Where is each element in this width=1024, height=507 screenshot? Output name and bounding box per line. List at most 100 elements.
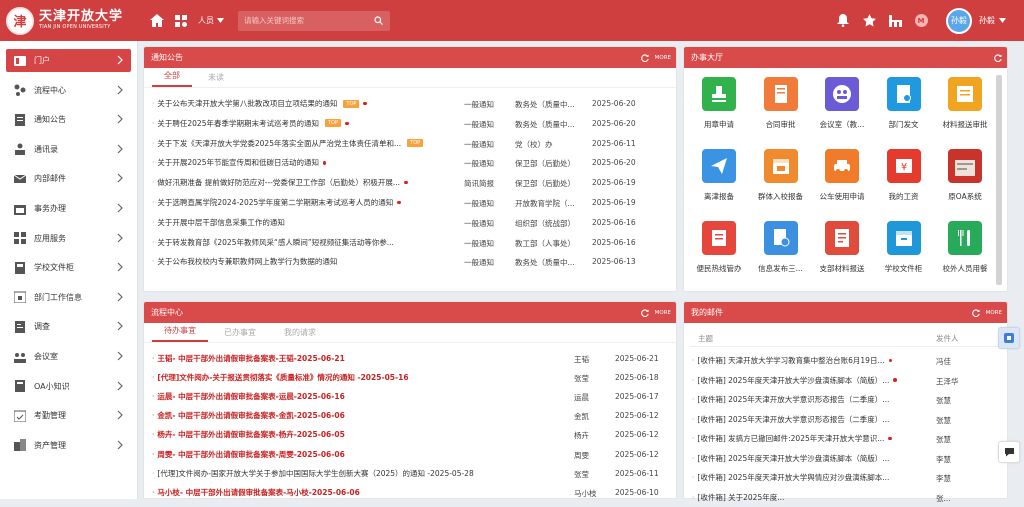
- mail-row[interactable]: · [收件箱] 2025年天津开放大学意识形态报告（二季度）...: [692, 410, 922, 429]
- notice-title[interactable]: 关于聘任2025年春季学期期末考试巡考员的通知: [157, 118, 319, 129]
- service-item[interactable]: 校外人员用餐: [933, 221, 997, 274]
- tab-my-requests[interactable]: 我的请求: [272, 327, 328, 342]
- flow-title[interactable]: 马小枝- 中层干部外出请假审批备案表-马小枝-2025-06-06: [157, 487, 359, 498]
- home-icon[interactable]: [150, 14, 164, 28]
- sidebar-item[interactable]: 应用服务: [6, 227, 131, 250]
- mail-row[interactable]: · [收件箱] 天津开放大学学习教育集中整治台账6月19日...: [692, 351, 922, 370]
- message-badge-icon[interactable]: M: [913, 13, 929, 29]
- refresh-icon[interactable]: [640, 308, 649, 317]
- notice-row[interactable]: · 关于开展2025年节能宣传周和低碳日活动的通知: [152, 153, 442, 172]
- service-item[interactable]: 学校文件柜: [872, 221, 936, 274]
- avatar[interactable]: 孙毅: [946, 7, 972, 34]
- notice-title[interactable]: 关于下发《天津开放大学党委2025年落实全面从严治党主体责任清单和...: [157, 138, 401, 149]
- refresh-icon[interactable]: [640, 53, 649, 62]
- tab-unread[interactable]: 未读: [196, 72, 236, 87]
- refresh-icon[interactable]: [994, 53, 1002, 62]
- mail-subject[interactable]: [收件箱] 2025年度天津开放大学舆情应对沙盘演练脚本...: [697, 472, 889, 483]
- service-item[interactable]: 原OA系统: [933, 149, 997, 202]
- chevron-down-icon[interactable]: [999, 18, 1006, 23]
- sidebar-item[interactable]: 会议室: [6, 345, 131, 368]
- sidebar-item[interactable]: 流程中心: [6, 79, 131, 102]
- refresh-icon[interactable]: [971, 308, 980, 317]
- flow-title[interactable]: [代理]文件阅办-关于报送贯彻落实《质量标准》情况的通知 -2025-05-16: [157, 372, 408, 383]
- service-item[interactable]: 部门发文: [872, 77, 936, 130]
- mail-subject[interactable]: [收件箱] 2025年度天津开放大学沙盘演练脚本（简版）...: [697, 375, 889, 386]
- notice-row[interactable]: · 做好汛期准备 提前做好防范应对---党委保卫工作部（后勤处）积极开展...: [152, 173, 442, 192]
- service-item[interactable]: ¥ 我的工资: [872, 149, 936, 202]
- floating-tool-icon[interactable]: [998, 327, 1020, 349]
- sidebar-item[interactable]: 部门工作信息: [6, 286, 131, 309]
- mail-row[interactable]: · [收件箱] 关于2025年度...: [692, 488, 922, 507]
- notice-row[interactable]: · 关于下发《天津开放大学党委2025年落实全面从严治党主体责任清单和... TOP: [152, 134, 442, 153]
- notice-title[interactable]: 做好汛期准备 提前做好防范应对---党委保卫工作部（后勤处）积极开展...: [157, 177, 400, 188]
- flow-title[interactable]: 金凯- 中层干部外出请假审批备案表-金凯-2025-06-06: [157, 410, 344, 421]
- notification-bell-icon[interactable]: [835, 13, 851, 29]
- mail-subject[interactable]: [收件箱] 2025年度天津开放大学沙盘演练脚本（简版）...: [697, 453, 889, 464]
- service-item[interactable]: 群体入校报备: [749, 149, 813, 202]
- mail-subject[interactable]: [收件箱] 2025年天津开放大学意识形态报告（二季度）...: [697, 394, 889, 405]
- hierarchy-icon[interactable]: [887, 13, 903, 29]
- service-item[interactable]: 材料报送审批: [933, 77, 997, 130]
- flow-row[interactable]: · 周雯- 中层干部外出请假审批备案表-周雯-2025-06-06: [152, 445, 552, 464]
- favorites-star-icon[interactable]: [861, 13, 877, 29]
- flow-row[interactable]: · 金凯- 中层干部外出请假审批备案表-金凯-2025-06-06: [152, 406, 552, 425]
- notice-title[interactable]: 关于开展中层干部信息采集工作的通知: [157, 217, 285, 228]
- sidebar-item[interactable]: 事务办理: [6, 197, 131, 220]
- mail-row[interactable]: · [收件箱] 2025年度天津开放大学沙盘演练脚本（简版）...: [692, 371, 922, 390]
- services-scrollbar[interactable]: [996, 75, 1002, 285]
- service-item[interactable]: 便民热线管办: [687, 221, 751, 274]
- flow-title[interactable]: 周雯- 中层干部外出请假审批备案表-周雯-2025-06-06: [157, 449, 344, 460]
- user-name[interactable]: 孙毅: [979, 15, 995, 26]
- sidebar-item[interactable]: 调查: [6, 315, 131, 338]
- app-switch-icon[interactable]: [174, 14, 188, 28]
- notice-row[interactable]: · 关于公布我校校内专兼职教师网上教学行为数据的通知: [152, 252, 442, 271]
- notice-title[interactable]: 关于选聘直属学院2024-2025学年度第二学期期末考试巡考人员的通知: [157, 197, 393, 208]
- sidebar-item[interactable]: 资产管理: [6, 434, 131, 457]
- flow-title[interactable]: 杨卉- 中层干部外出请假审批备案表-杨卉-2025-06-05: [157, 429, 344, 440]
- flow-title[interactable]: 运晨- 中层干部外出请假审批备案表-运晨-2025-06-16: [157, 391, 344, 402]
- flow-title[interactable]: 王韬- 中层干部外出请假审批备案表-王韬-2025-06-21: [157, 353, 344, 364]
- mail-row[interactable]: · [收件箱] 发搞方已撤回邮件:2025年天津开放大学意识...: [692, 429, 922, 448]
- university-logo[interactable]: 津 天津开放大学 TIAN JIN OPEN UNIVERSITY: [0, 6, 140, 35]
- flow-row[interactable]: · [代理]文件阅办-国家开放大学关于参加中国国际大学生创新大赛（2025）的通知…: [152, 464, 552, 483]
- flow-row[interactable]: · 王韬- 中层干部外出请假审批备案表-王韬-2025-06-21: [152, 349, 552, 368]
- sidebar-item[interactable]: 内部邮件: [6, 167, 131, 190]
- sidebar-item[interactable]: 学校文件柜: [6, 256, 131, 279]
- service-item[interactable]: 会议室（教...: [810, 77, 874, 130]
- flow-row[interactable]: · 运晨- 中层干部外出请假审批备案表-运晨-2025-06-16: [152, 387, 552, 406]
- notice-row[interactable]: · 关于聘任2025年春季学期期末考试巡考员的通知 TOP: [152, 114, 442, 133]
- service-item[interactable]: 离津报备: [687, 149, 751, 202]
- mail-subject[interactable]: [收件箱] 天津开放大学学习教育集中整治台账6月19日...: [697, 355, 884, 366]
- flow-row[interactable]: · 杨卉- 中层干部外出请假审批备案表-杨卉-2025-06-05: [152, 425, 552, 444]
- notice-title[interactable]: 关于开展2025年节能宣传周和低碳日活动的通知: [157, 157, 319, 168]
- mail-row[interactable]: · [收件箱] 2025年天津开放大学意识形态报告（二季度）...: [692, 390, 922, 409]
- mail-row[interactable]: · [收件箱] 2025年度天津开放大学舆情应对沙盘演练脚本...: [692, 468, 922, 487]
- flow-title[interactable]: [代理]文件阅办-国家开放大学关于参加中国国际大学生创新大赛（2025）的通知 …: [157, 468, 473, 479]
- service-item[interactable]: 支部材料报送: [810, 221, 874, 274]
- service-item[interactable]: 公车使用申请: [810, 149, 874, 202]
- notice-title[interactable]: 关于转发教育部《2025年教师风采“感人瞬间”短视频征集活动等你参...: [157, 237, 394, 248]
- notice-title[interactable]: 关于公布我校校内专兼职教师网上教学行为数据的通知: [157, 256, 337, 267]
- mail-subject[interactable]: [收件箱] 关于2025年度...: [697, 492, 784, 503]
- service-item[interactable]: 信息发布三...: [749, 221, 813, 274]
- sidebar-item[interactable]: 考勤管理: [6, 404, 131, 427]
- notice-row[interactable]: · 关于选聘直属学院2024-2025学年度第二学期期末考试巡考人员的通知: [152, 193, 442, 212]
- flow-row[interactable]: · [代理]文件阅办-关于报送贯彻落实《质量标准》情况的通知 -2025-05-1…: [152, 368, 552, 387]
- sidebar-item[interactable]: 通讯录: [6, 138, 131, 161]
- notice-row[interactable]: · 关于公布天津开放大学第八批教改项目立项结果的通知 TOP: [152, 94, 442, 113]
- more-link[interactable]: MORE: [655, 55, 671, 61]
- tab-done[interactable]: 已办事宜: [212, 327, 268, 342]
- chat-icon[interactable]: [998, 441, 1020, 463]
- service-item[interactable]: 用章申请: [687, 77, 751, 130]
- more-link[interactable]: MORE: [655, 310, 671, 316]
- tab-todo[interactable]: 待办事宜: [152, 325, 208, 342]
- search-scope-select[interactable]: 人员: [198, 15, 238, 26]
- search-icon[interactable]: [370, 13, 386, 29]
- mail-subject[interactable]: [收件箱] 发搞方已撤回邮件:2025年天津开放大学意识...: [697, 433, 884, 444]
- more-link[interactable]: MORE: [986, 310, 1002, 316]
- sidebar-item[interactable]: OA小知识: [6, 375, 131, 398]
- mail-subject[interactable]: [收件箱] 2025年天津开放大学意识形态报告（二季度）...: [697, 414, 889, 425]
- sidebar-item[interactable]: 通知公告: [6, 108, 131, 131]
- sidebar-item[interactable]: 门户: [6, 49, 131, 72]
- tab-all[interactable]: 全部: [152, 70, 192, 87]
